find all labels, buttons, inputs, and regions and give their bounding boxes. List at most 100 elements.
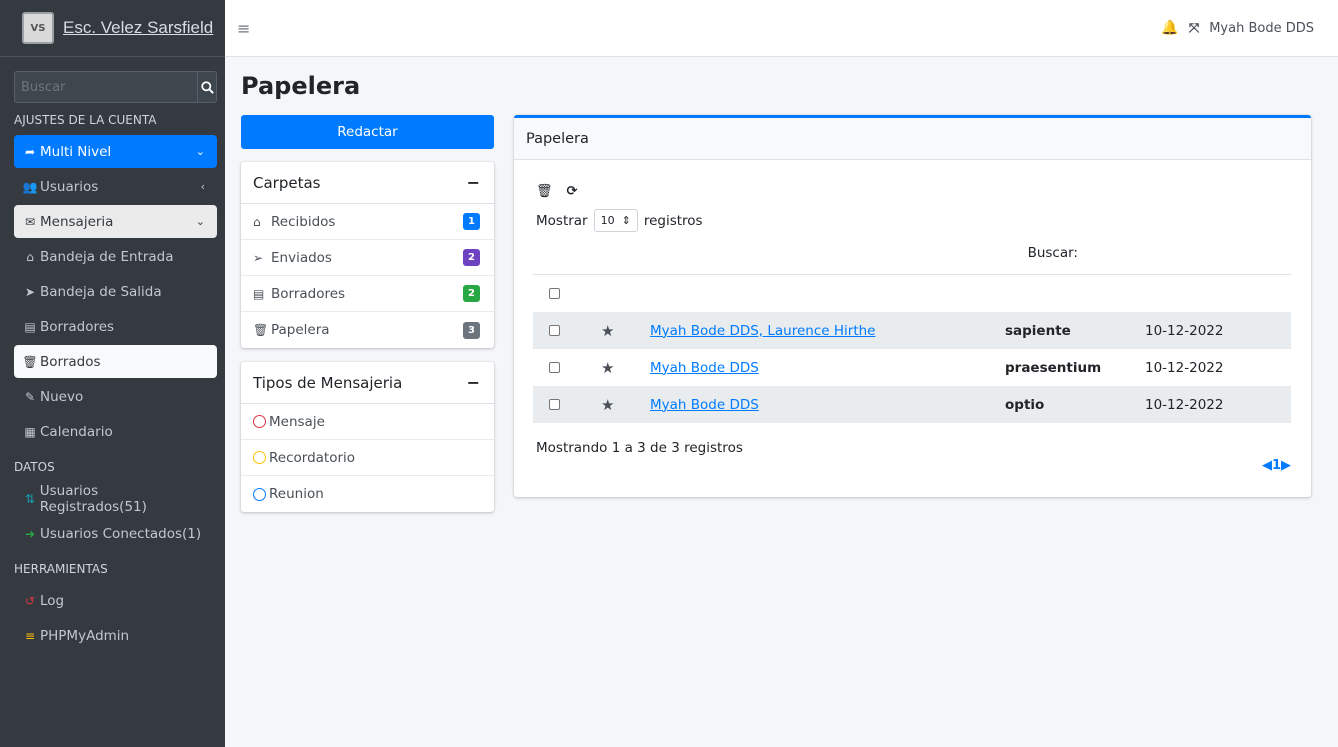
mail-folders-column: Redactar Carpetas − ⌂ Recibidos 1 ➢ Envi… — [241, 115, 494, 512]
sidebar-item-nuevo[interactable]: ✎ Nuevo — [14, 380, 217, 413]
sidebar-item-borrados[interactable]: 🗑 Borrados — [14, 345, 217, 378]
sidebar-item-bandeja-salida[interactable]: ➤ Bandeja de Salida — [14, 275, 217, 308]
sidebar-item-bandeja-entrada[interactable]: ⌂ Bandeja de Entrada — [14, 240, 217, 273]
table-row[interactable]: ★ Myah Bode DDS praesentium 10-12-2022 — [533, 349, 1291, 386]
sidebar-item-label: Usuarios Conectados(1) — [40, 525, 202, 542]
sidebar-item-multinivel[interactable]: ➦ Multi Nivel ⌄ — [14, 135, 217, 168]
trash-icon: 🗑 — [253, 323, 269, 337]
type-label: Reunion — [269, 486, 324, 502]
page-title: Papelera — [241, 72, 361, 100]
chevron-down-icon: ⌄ — [195, 215, 205, 228]
sidebar-item-label: Mensajeria — [40, 213, 114, 230]
collapse-icon[interactable]: − — [467, 173, 480, 192]
topbar: ≡ 🔔 ⤧ Myah Bode DDS — [225, 0, 1338, 57]
table-search-label: Buscar: — [1027, 245, 1078, 261]
message-date: 10-12-2022 — [1145, 396, 1224, 413]
message-from-link[interactable]: Myah Bode DDS, Laurence Hirthe — [650, 323, 875, 339]
folder-recibidos[interactable]: ⌂ Recibidos 1 — [241, 204, 494, 240]
history-icon: ↺ — [24, 593, 36, 608]
page-length-control: Mostrar 10 ⇕ registros — [536, 209, 703, 232]
row-checkbox[interactable] — [549, 325, 560, 336]
sidebar-item-label: Borrados — [40, 353, 101, 370]
nav-header-data: DATOS — [14, 460, 55, 474]
row-checkbox[interactable] — [549, 362, 560, 373]
menu-toggle-icon[interactable]: ≡ — [237, 19, 250, 38]
sidebar-item-usuarios-conectados[interactable]: ➜ Usuarios Conectados(1) — [14, 517, 217, 550]
sidebar-item-label: Calendario — [40, 423, 113, 440]
file-icon: ▤ — [253, 286, 265, 301]
types-header: Tipos de Mensajeria − — [241, 362, 494, 404]
folder-borradores[interactable]: ▤ Borradores 2 — [241, 276, 494, 312]
refresh-icon[interactable]: ⟳ — [567, 184, 578, 199]
type-label: Recordatorio — [269, 449, 356, 466]
table-row[interactable]: ★ Myah Bode DDS optio 10-12-2022 — [533, 386, 1291, 423]
sidebar-item-label: Log — [40, 592, 65, 609]
nav-header-tools: HERRAMIENTAS — [14, 562, 108, 576]
sidebar-item-label: Nuevo — [40, 388, 84, 405]
sign-in-icon: ➜ — [24, 526, 36, 541]
next-page-icon[interactable]: ▶ — [1281, 458, 1291, 473]
table-row[interactable]: ★ Myah Bode DDS, Laurence Hirthe sapient… — [533, 312, 1291, 349]
star-icon[interactable]: ★ — [601, 396, 614, 414]
folder-enviados[interactable]: ➢ Enviados 2 — [241, 240, 494, 276]
sidebar-search-input[interactable] — [14, 71, 197, 103]
type-reunion[interactable]: Reunion — [241, 476, 494, 512]
message-from-link[interactable]: Myah Bode DDS — [650, 360, 759, 376]
message-subject: praesentium — [1005, 359, 1102, 376]
bell-icon[interactable]: 🔔 — [1161, 20, 1178, 36]
sidebar-item-label: PHPMyAdmin — [40, 627, 130, 644]
sidebar-item-usuarios-registrados[interactable]: ⇅ Usuarios Registrados(51) — [14, 482, 217, 515]
folder-label: Borradores — [271, 285, 346, 302]
school-logo: VS — [22, 12, 54, 44]
inbox-icon: ⌂ — [253, 214, 261, 229]
circle-icon — [253, 487, 266, 501]
message-from-link[interactable]: Myah Bode DDS — [650, 397, 759, 413]
sidebar-item-calendario[interactable]: ▦ Calendario — [14, 415, 217, 448]
folder-papelera[interactable]: 🗑 Papelera 3 — [241, 312, 494, 348]
message-date: 10-12-2022 — [1145, 359, 1224, 376]
sidebar-item-label: Bandeja de Salida — [40, 283, 162, 300]
sidebar-item-usuarios[interactable]: 👥 Usuarios ‹ — [14, 170, 217, 203]
user-name[interactable]: Myah Bode DDS — [1209, 21, 1314, 36]
type-mensaje[interactable]: Mensaje — [241, 404, 494, 440]
prev-page-icon[interactable]: ◀ — [1262, 458, 1272, 473]
database-icon: ≡ — [24, 628, 36, 643]
compose-button[interactable]: Redactar — [241, 115, 494, 149]
folders-card: Carpetas − ⌂ Recibidos 1 ➢ Enviados 2 ▤ … — [241, 162, 494, 348]
envelope-icon: ✉ — [24, 214, 36, 229]
brand[interactable]: VS Esc. Velez Sarsfield — [0, 0, 225, 57]
pagination: ◀1▶ — [1262, 458, 1291, 473]
row-checkbox[interactable] — [549, 399, 560, 410]
chevron-down-icon: ⌄ — [195, 145, 205, 158]
sidebar-item-borradores[interactable]: ▤ Borradores — [14, 310, 217, 343]
search-button[interactable] — [197, 71, 217, 103]
sidebar-item-phpmyadmin[interactable]: ≡ PHPMyAdmin — [14, 619, 217, 652]
calendar-icon: ▦ — [24, 424, 36, 439]
sidebar-item-mensajeria[interactable]: ✉ Mensajeria ⌄ — [14, 205, 217, 238]
sidebar: VS Esc. Velez Sarsfield AJUSTES DE LA CU… — [0, 0, 225, 747]
type-recordatorio[interactable]: Recordatorio — [241, 440, 494, 476]
fullscreen-icon[interactable]: ⤧ — [1189, 21, 1199, 36]
sidebar-search — [14, 71, 217, 103]
star-icon[interactable]: ★ — [601, 322, 614, 340]
messages-table: ★ Myah Bode DDS, Laurence Hirthe sapient… — [533, 274, 1291, 423]
folders-header: Carpetas − — [241, 162, 494, 204]
trash-icon[interactable]: 🗑 — [536, 184, 553, 199]
page-size-select[interactable]: 10 ⇕ — [593, 209, 638, 232]
pencil-icon: ✎ — [24, 389, 36, 404]
star-icon[interactable]: ★ — [601, 359, 614, 377]
file-icon: ▤ — [24, 319, 36, 334]
nav-header-account: AJUSTES DE LA CUENTA — [14, 113, 157, 127]
sidebar-item-label: Bandeja de Entrada — [40, 248, 174, 265]
brand-title[interactable]: Esc. Velez Sarsfield — [63, 18, 213, 38]
page-number[interactable]: 1 — [1272, 458, 1281, 473]
show-suffix: registros — [643, 212, 703, 229]
sidebar-item-label: Multi Nivel — [40, 143, 112, 160]
folder-label: Recibidos — [271, 213, 336, 230]
sidebar-item-log[interactable]: ↺ Log — [14, 584, 217, 617]
count-badge: 3 — [463, 321, 480, 339]
select-all-checkbox[interactable] — [549, 288, 560, 299]
circle-icon — [253, 415, 266, 428]
types-card: Tipos de Mensajeria − Mensaje Recordator… — [241, 362, 494, 512]
collapse-icon[interactable]: − — [467, 373, 480, 392]
